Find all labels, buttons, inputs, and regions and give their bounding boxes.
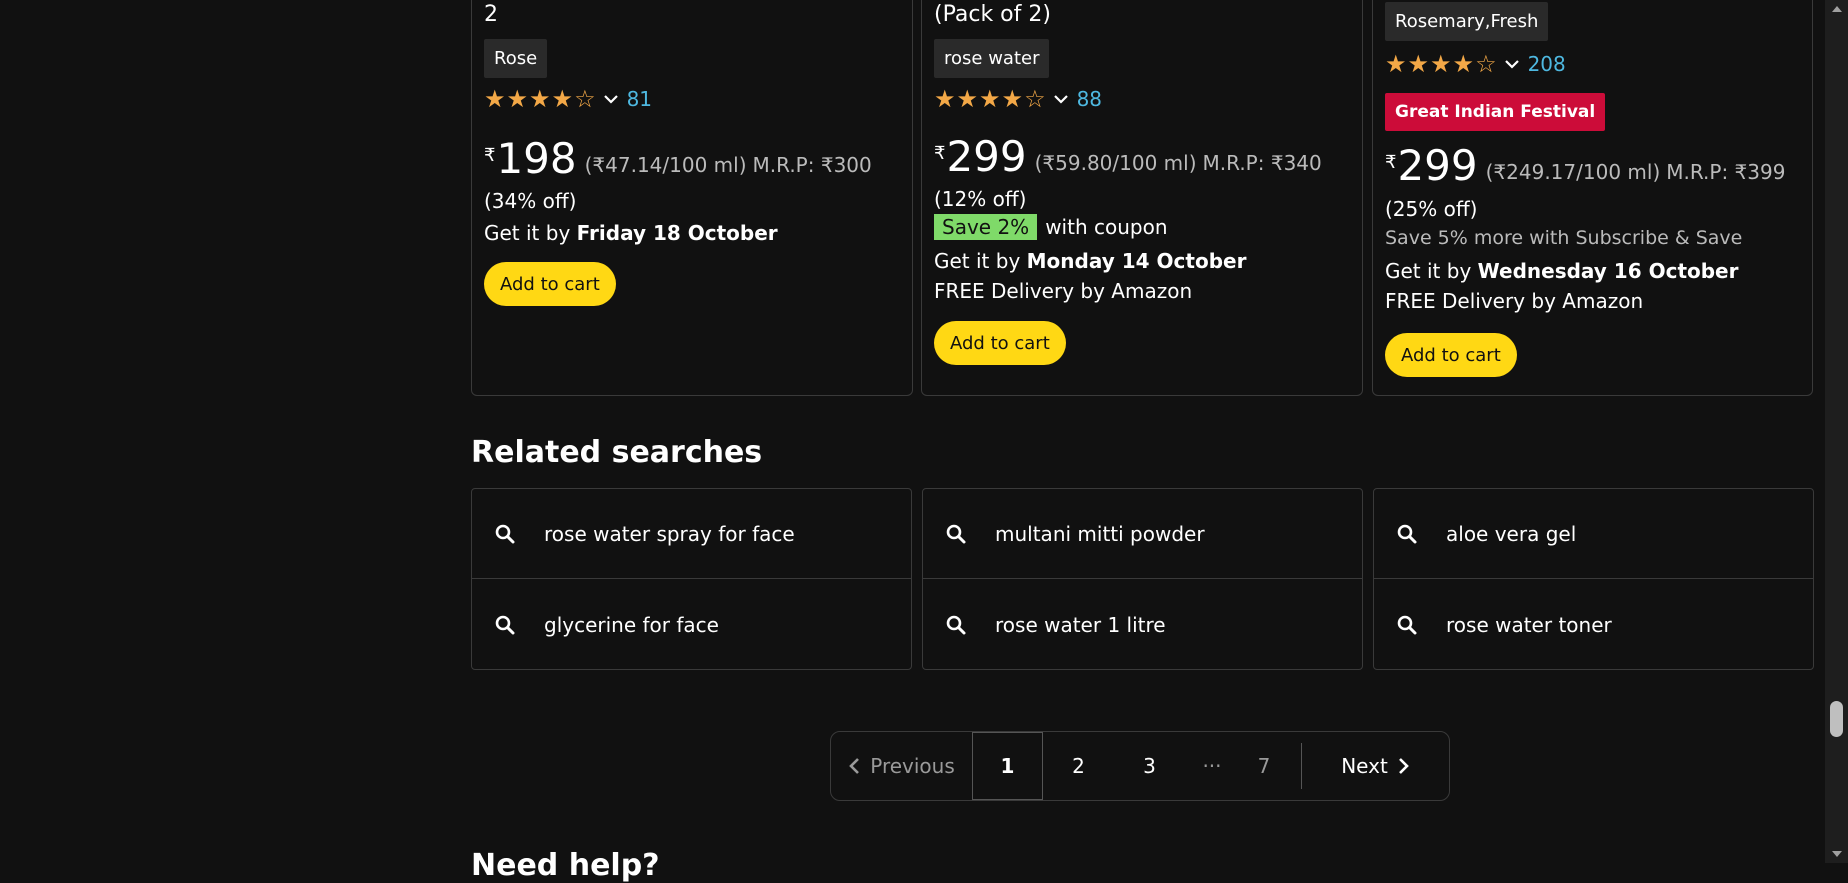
related-search-text[interactable]: rose water spray for face — [544, 522, 795, 546]
next-label[interactable]: Next — [1341, 754, 1388, 778]
search-icon — [946, 615, 966, 635]
page-1-current: 1 — [972, 732, 1043, 800]
add-to-cart-button[interactable]: Add to cart — [1385, 333, 1517, 377]
delivery-date: Monday 14 October — [1026, 249, 1247, 273]
product-card-3[interactable]: Rosemary,Fresh ★★★★☆ 208 Great Indian Fe… — [1372, 0, 1813, 396]
variant-chip: rose water — [934, 39, 1050, 78]
free-delivery-text: FREE Delivery by Amazon — [934, 279, 1193, 303]
page-last: 7 — [1257, 754, 1271, 778]
product-title-tail[interactable]: (Pack of 2) — [934, 2, 1051, 27]
subscribe-save-text: Save 5% more with Subscribe & Save — [1385, 227, 1743, 249]
price-row: ₹ 198 (₹47.14/100 ml) M.R.P: ₹300 — [484, 137, 872, 181]
related-search-text[interactable]: rose water 1 litre — [995, 613, 1166, 637]
coupon-text: with coupon — [1045, 215, 1168, 239]
rupee-symbol: ₹ — [934, 143, 946, 164]
previous-label: Previous — [870, 754, 955, 778]
review-count-link[interactable]: 208 — [1528, 52, 1566, 76]
delivery-prefix: Get it by — [1385, 259, 1478, 283]
price: 299 — [946, 132, 1027, 181]
price: 198 — [496, 134, 577, 183]
page-2-button[interactable]: 2 — [1043, 732, 1114, 800]
product-card-2[interactable]: (Pack of 2) rose water ★★★★☆ 88 ₹ 299 (₹… — [921, 0, 1363, 396]
star-rating-icon[interactable]: ★★★★☆ — [1385, 52, 1498, 76]
rating-row[interactable]: ★★★★☆ 81 — [484, 87, 652, 111]
related-search-item[interactable]: glycerine for face — [472, 580, 911, 670]
mrp: M.R.P: ₹399 — [1666, 160, 1786, 184]
price-row: ₹ 299 (₹249.17/100 ml) M.R.P: ₹399 — [1385, 144, 1785, 188]
related-search-item[interactable]: rose water spray for face — [472, 489, 911, 579]
unit-price: (₹47.14/100 ml) — [584, 153, 747, 177]
coupon-row[interactable]: Save 2% with coupon — [934, 214, 1168, 240]
scrollbar-thumb[interactable] — [1830, 701, 1843, 737]
search-icon — [1397, 524, 1417, 543]
add-to-cart-button[interactable]: Add to cart — [484, 262, 616, 306]
related-search-text[interactable]: glycerine for face — [544, 613, 719, 637]
scroll-down-arrow-icon[interactable] — [1825, 845, 1848, 863]
discount-percent: (12% off) — [934, 187, 1027, 211]
unit-price: (₹249.17/100 ml) — [1485, 160, 1661, 184]
delivery-prefix: Get it by — [484, 221, 577, 245]
related-search-item[interactable]: aloe vera gel — [1374, 489, 1813, 579]
pagination-ellipsis: ··· — [1202, 754, 1222, 778]
review-count-link[interactable]: 88 — [1077, 87, 1102, 111]
price-row: ₹ 299 (₹59.80/100 ml) M.R.P: ₹340 — [934, 135, 1322, 179]
next-page-button[interactable]: Next — [1302, 754, 1449, 778]
price: 299 — [1397, 141, 1478, 190]
previous-page-button: Previous — [831, 732, 972, 800]
deal-badge: Great Indian Festival — [1385, 93, 1606, 131]
related-search-item[interactable]: rose water 1 litre — [923, 580, 1362, 670]
rupee-symbol: ₹ — [1385, 152, 1397, 173]
need-help-heading: Need help? — [471, 848, 660, 883]
scroll-up-arrow-icon[interactable] — [1825, 0, 1848, 18]
delivery-date: Friday 18 October — [576, 221, 778, 245]
chevron-down-icon[interactable] — [601, 89, 621, 109]
pagination: Previous 1 2 3 ··· 7 Next — [830, 731, 1450, 801]
scrollbar[interactable] — [1825, 0, 1848, 863]
related-column-1: rose water spray for face glycerine for … — [471, 488, 912, 670]
chevron-down-icon[interactable] — [1051, 89, 1071, 109]
discount-percent: (34% off) — [484, 189, 577, 213]
chevron-down-icon[interactable] — [1502, 54, 1522, 74]
product-card-1[interactable]: 2 Rose ★★★★☆ 81 ₹ 198 (₹47.14/100 ml) M.… — [471, 0, 913, 396]
search-icon — [946, 524, 966, 543]
delivery-info: Get it by Wednesday 16 October — [1385, 259, 1739, 283]
related-search-item[interactable]: multani mitti powder — [923, 489, 1362, 579]
rating-row[interactable]: ★★★★☆ 208 — [1385, 52, 1566, 76]
chevron-left-icon — [849, 758, 860, 774]
search-icon — [495, 615, 515, 635]
related-searches-heading: Related searches — [471, 435, 763, 470]
delivery-prefix: Get it by — [934, 249, 1027, 273]
rupee-symbol: ₹ — [484, 145, 496, 166]
free-delivery-text: FREE Delivery by Amazon — [1385, 289, 1644, 313]
review-count-link[interactable]: 81 — [627, 87, 652, 111]
variant-chip: Rose — [484, 39, 548, 78]
variant-chip: Rosemary,Fresh — [1385, 2, 1549, 41]
coupon-badge[interactable]: Save 2% — [934, 214, 1038, 240]
related-search-item[interactable]: rose water toner — [1374, 580, 1813, 670]
product-title-tail[interactable]: 2 — [484, 2, 498, 27]
delivery-info: Get it by Friday 18 October — [484, 221, 778, 245]
page-3-button[interactable]: 3 — [1114, 732, 1185, 800]
star-rating-icon[interactable]: ★★★★☆ — [934, 87, 1047, 111]
add-to-cart-button[interactable]: Add to cart — [934, 321, 1066, 365]
related-search-text[interactable]: aloe vera gel — [1446, 522, 1576, 546]
related-column-2: multani mitti powder rose water 1 litre — [922, 488, 1363, 670]
search-icon — [1397, 615, 1417, 635]
search-icon — [495, 524, 515, 543]
star-rating-icon[interactable]: ★★★★☆ — [484, 87, 597, 111]
related-search-text[interactable]: rose water toner — [1446, 613, 1612, 637]
related-search-text[interactable]: multani mitti powder — [995, 522, 1205, 546]
chevron-right-icon[interactable] — [1396, 757, 1410, 775]
mrp: M.R.P: ₹300 — [752, 153, 872, 177]
discount-percent: (25% off) — [1385, 197, 1478, 221]
delivery-date: Wednesday 16 October — [1477, 259, 1739, 283]
related-column-3: aloe vera gel rose water toner — [1373, 488, 1814, 670]
unit-price: (₹59.80/100 ml) — [1034, 151, 1197, 175]
delivery-info: Get it by Monday 14 October — [934, 249, 1246, 273]
rating-row[interactable]: ★★★★☆ 88 — [934, 87, 1102, 111]
mrp: M.R.P: ₹340 — [1202, 151, 1322, 175]
